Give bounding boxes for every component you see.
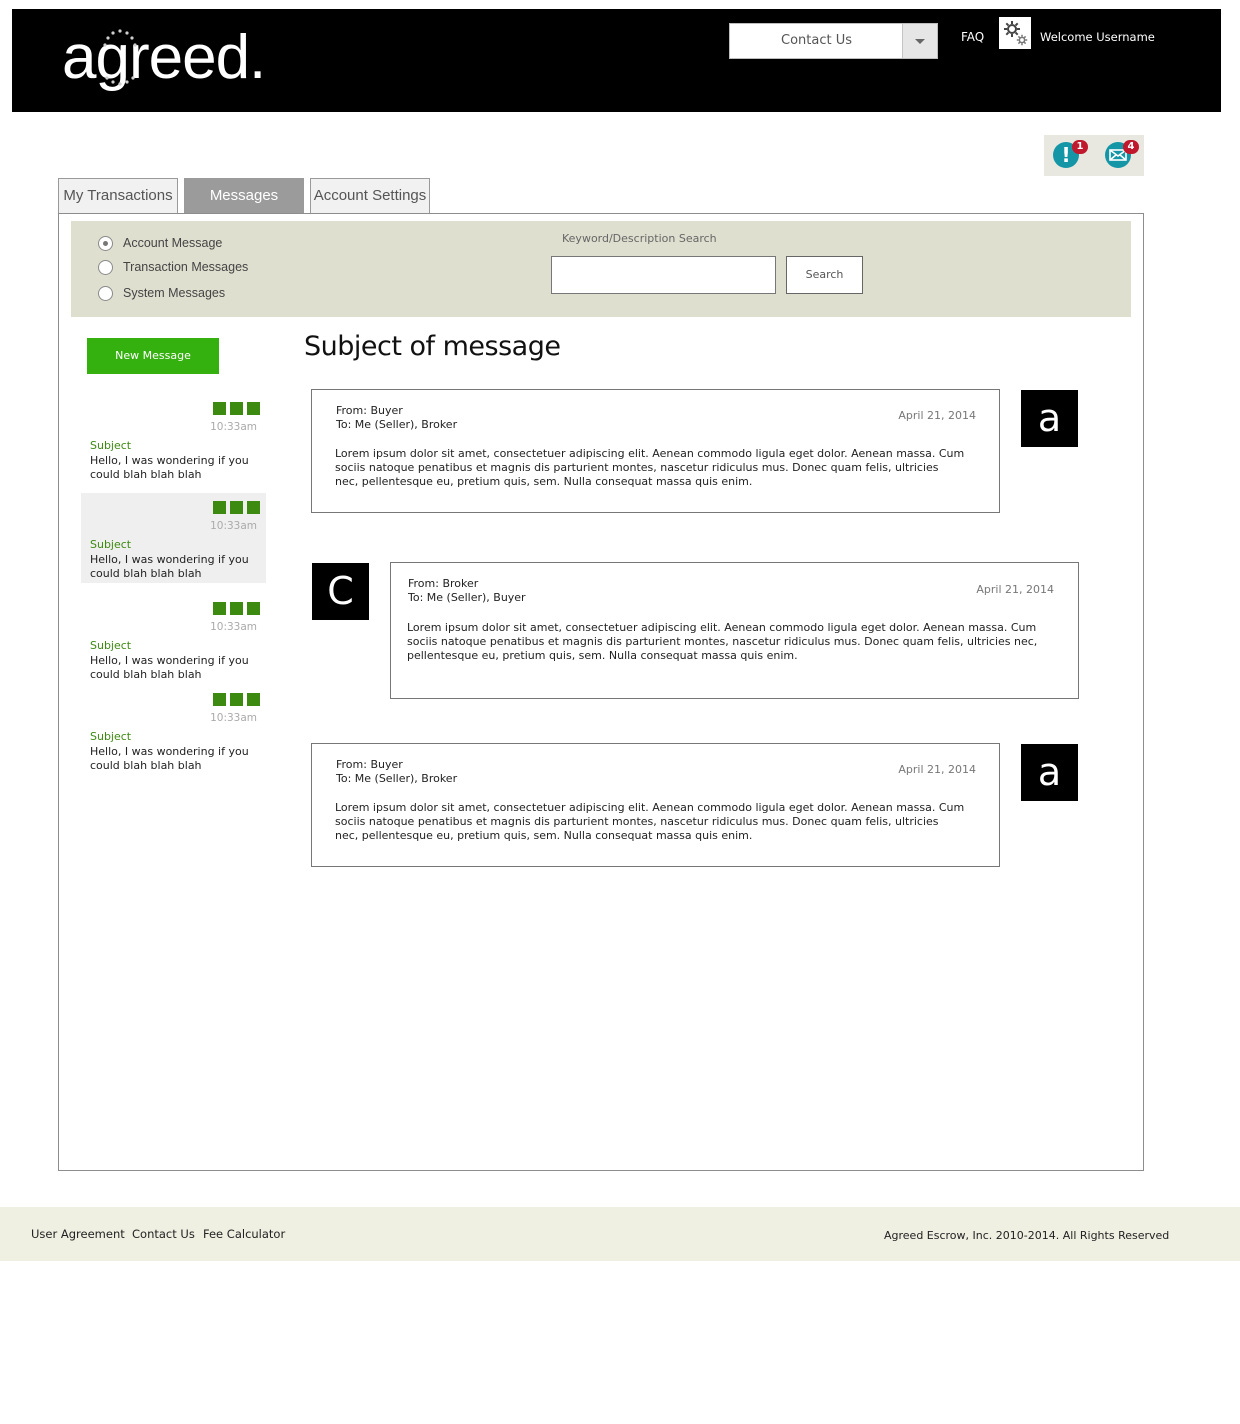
tab-messages[interactable]: Messages xyxy=(184,178,304,214)
message-preview: Hello, I was wondering if you could blah… xyxy=(90,745,249,772)
status-square-icon xyxy=(213,602,226,615)
radio-label: Transaction Messages xyxy=(123,260,249,274)
message-date: April 21, 2014 xyxy=(976,583,1054,596)
list-item[interactable]: 10:33am Subject Hello, I was wondering i… xyxy=(81,602,266,692)
tab-my-transactions[interactable]: My Transactions xyxy=(58,178,178,214)
message-time: 10:33am xyxy=(210,712,257,724)
list-item[interactable]: 10:33am Subject Hello, I was wondering i… xyxy=(81,402,266,492)
logo-dots-icon xyxy=(103,29,137,86)
message-preview: Hello, I was wondering if you could blah… xyxy=(90,553,249,580)
status-square-icon xyxy=(213,402,226,415)
message-date: April 21, 2014 xyxy=(898,409,976,422)
tab-account-settings[interactable]: Account Settings xyxy=(310,178,430,214)
message-subject: Subject xyxy=(90,439,132,452)
status-square-icon xyxy=(230,501,243,514)
message-subject: Subject xyxy=(90,538,132,551)
message-subject: Subject xyxy=(90,730,132,743)
chevron-down-icon[interactable] xyxy=(902,24,937,58)
message-subject: Subject xyxy=(90,639,132,652)
message-time: 10:33am xyxy=(210,621,257,633)
message-body: Lorem ipsum dolor sit amet, consectetuer… xyxy=(407,621,1038,662)
message-card: From: Broker To: Me (Seller), Buyer Apri… xyxy=(390,562,1079,699)
message-from: From: Broker xyxy=(408,577,479,590)
search-label: Keyword/Description Search xyxy=(562,232,717,245)
radio-system-messages[interactable] xyxy=(98,285,113,301)
message-to: To: Me (Seller), Broker xyxy=(336,772,458,785)
avatar: a xyxy=(1021,744,1078,801)
status-square-icon xyxy=(247,693,260,706)
message-time: 10:33am xyxy=(210,520,257,532)
thread-title: Subject of message xyxy=(304,331,561,362)
message-date: April 21, 2014 xyxy=(898,763,976,776)
message-body: Lorem ipsum dolor sit amet, consectetuer… xyxy=(335,801,965,842)
footer-link-user-agreement[interactable]: User Agreement xyxy=(31,1227,125,1241)
search-button[interactable]: Search xyxy=(786,256,863,294)
avatar: C xyxy=(312,563,369,620)
status-square-icon xyxy=(247,501,260,514)
message-to: To: Me (Seller), Broker xyxy=(336,418,458,431)
agreed-logo[interactable]: agreed. xyxy=(62,23,266,93)
filter-transaction-messages[interactable]: Transaction Messages xyxy=(98,258,248,276)
radio-account-message[interactable] xyxy=(98,235,113,251)
status-square-icon xyxy=(230,602,243,615)
message-card: From: Buyer To: Me (Seller), Broker Apri… xyxy=(311,743,1000,867)
message-body: Lorem ipsum dolor sit amet, consectetuer… xyxy=(335,447,965,488)
mail-count-badge: 4 xyxy=(1123,140,1139,154)
message-time: 10:33am xyxy=(210,421,257,433)
notification-tray: ! 1 4 xyxy=(1044,135,1144,176)
footer-link-contact-us[interactable]: Contact Us xyxy=(132,1227,195,1241)
status-square-icon xyxy=(247,402,260,415)
copyright-text: Agreed Escrow, Inc. 2010-2014. All Right… xyxy=(884,1229,1170,1242)
alerts-count-badge: 1 xyxy=(1072,140,1088,154)
status-square-icon xyxy=(213,693,226,706)
site-footer: User Agreement Contact Us Fee Calculator… xyxy=(0,1207,1240,1261)
search-input[interactable] xyxy=(551,256,776,294)
list-item[interactable]: 10:33am Subject Hello, I was wondering i… xyxy=(81,693,266,783)
message-to: To: Me (Seller), Buyer xyxy=(408,591,526,604)
radio-label: Account Message xyxy=(123,236,223,250)
status-square-icon xyxy=(247,602,260,615)
filter-account-message[interactable]: Account Message xyxy=(98,234,222,252)
radio-label: System Messages xyxy=(123,286,226,300)
site-header: agreed. Contact Us FAQ Welcome Username xyxy=(12,9,1221,112)
status-square-icon xyxy=(213,501,226,514)
contact-us-dropdown[interactable]: Contact Us xyxy=(729,23,938,59)
new-message-button[interactable]: New Message xyxy=(87,338,219,374)
settings-button[interactable] xyxy=(999,17,1031,49)
footer-link-fee-calculator[interactable]: Fee Calculator xyxy=(203,1227,285,1241)
gear-icon xyxy=(1004,21,1028,46)
welcome-username[interactable]: Welcome Username xyxy=(1040,30,1155,44)
contact-us-value: Contact Us xyxy=(781,33,852,48)
message-preview: Hello, I was wondering if you could blah… xyxy=(90,454,249,481)
message-card: From: Buyer To: Me (Seller), Broker Apri… xyxy=(311,389,1000,513)
message-from: From: Buyer xyxy=(336,404,403,417)
faq-link[interactable]: FAQ xyxy=(961,30,984,44)
status-square-icon xyxy=(230,693,243,706)
message-from: From: Buyer xyxy=(336,758,403,771)
list-item-selected[interactable]: 10:33am Subject Hello, I was wondering i… xyxy=(81,493,266,583)
status-square-icon xyxy=(230,402,243,415)
filter-system-messages[interactable]: System Messages xyxy=(98,284,225,302)
radio-transaction-messages[interactable] xyxy=(98,259,113,275)
message-preview: Hello, I was wondering if you could blah… xyxy=(90,654,249,681)
avatar: a xyxy=(1021,390,1078,447)
